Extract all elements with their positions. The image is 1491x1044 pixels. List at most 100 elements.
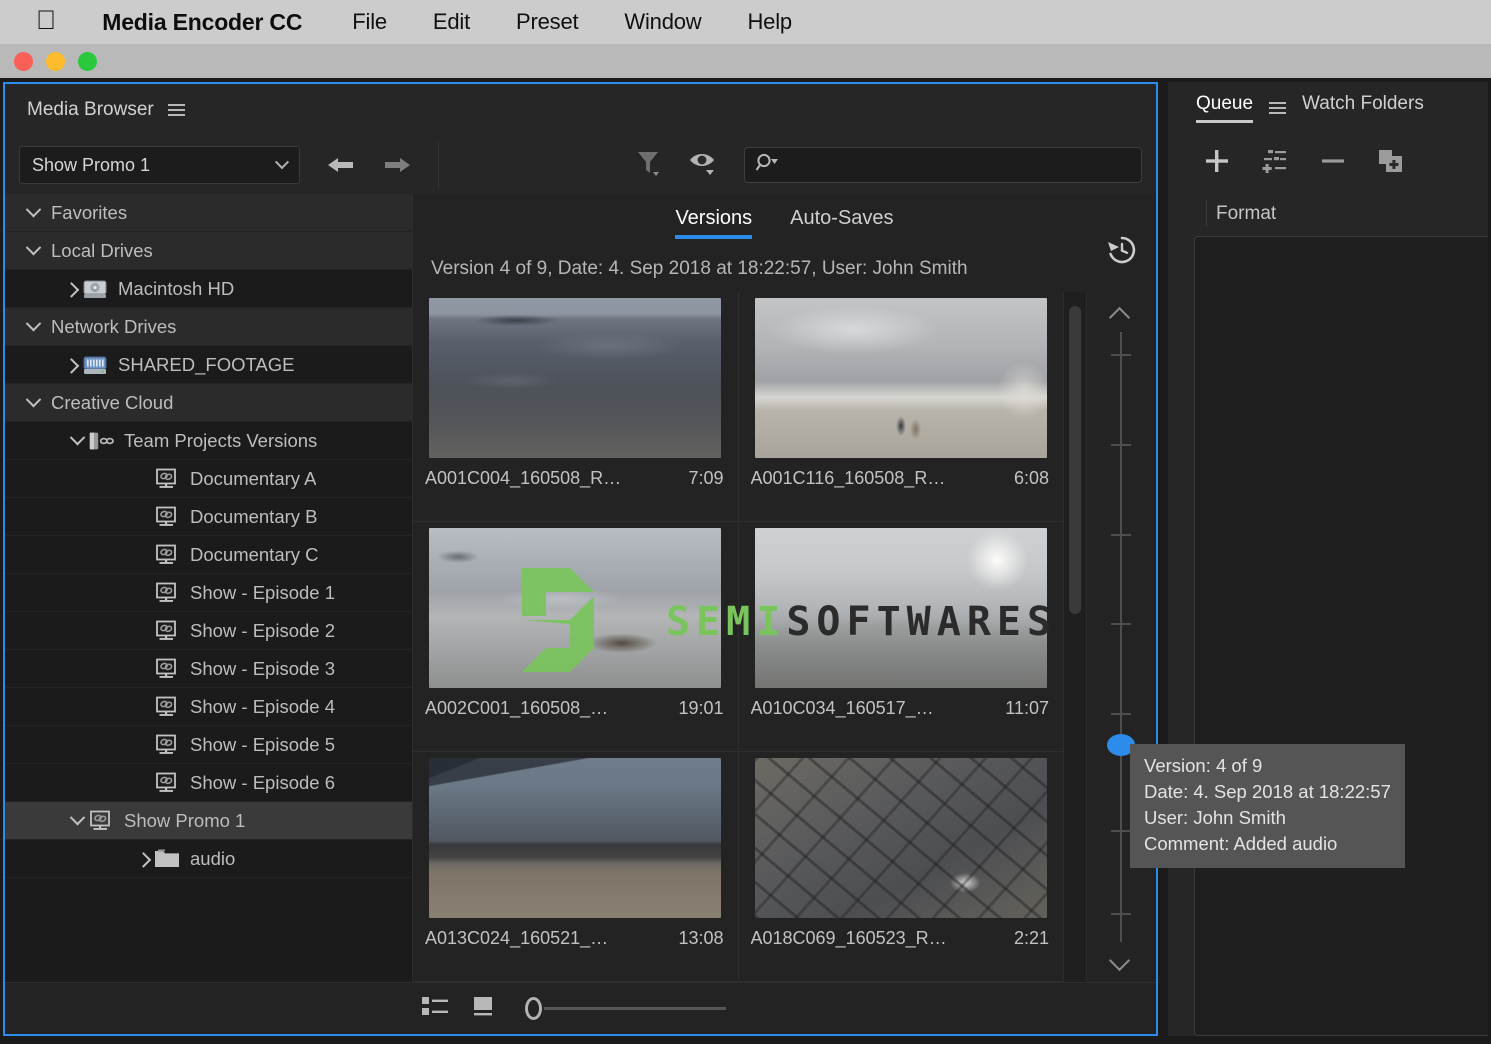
- project-icon: [153, 657, 181, 681]
- version-thumbnail-cell[interactable]: A010C034_160517_… 11:07: [738, 522, 1064, 752]
- clip-duration: 6:08: [1013, 468, 1049, 488]
- chevron-down-icon[interactable]: [23, 241, 43, 261]
- plus-icon[interactable]: [1204, 148, 1230, 179]
- column-format[interactable]: Format: [1216, 203, 1276, 225]
- tree-item-show-episode-4[interactable]: Show - Episode 4: [5, 688, 412, 726]
- tree-item-label: Documentary A: [190, 467, 317, 489]
- menu-item-edit[interactable]: Edit: [433, 9, 470, 35]
- version-thumbnail-cell[interactable]: A001C004_160508_R… 7:09: [413, 292, 739, 522]
- tooltip-date: Date: 4. Sep 2018 at 18:22:57: [1144, 781, 1391, 802]
- queue-column-header: Format: [1168, 192, 1488, 236]
- minus-icon[interactable]: [1320, 148, 1346, 179]
- chevron-right-icon[interactable]: [61, 355, 81, 375]
- app-name-label[interactable]: Media Encoder CC: [102, 9, 302, 36]
- queue-panel: Queue Watch Folders Format: [1168, 82, 1488, 1036]
- duplicate-plus-icon[interactable]: [1376, 147, 1406, 180]
- scroll-down-chevron[interactable]: [1109, 954, 1131, 968]
- forward-arrow-icon[interactable]: [382, 154, 412, 176]
- version-thumbnail-cell[interactable]: A013C024_160521_… 13:08: [413, 752, 739, 982]
- tree-item-documentary-c[interactable]: Documentary C: [5, 536, 412, 574]
- versions-grid-wrap: A001C004_160508_R… 7:09 A001C116_160508_R……: [413, 236, 1156, 982]
- thumbnail-zoom-slider[interactable]: [525, 997, 726, 1020]
- close-button[interactable]: [14, 51, 33, 71]
- path-select-dropdown[interactable]: Show Promo 1: [19, 146, 300, 184]
- chevron-right-icon[interactable]: [133, 849, 153, 869]
- tab-versions[interactable]: Versions: [675, 207, 752, 239]
- tree-item-macintosh-hd[interactable]: Macintosh HD: [5, 270, 412, 308]
- tree-item-show-episode-6[interactable]: Show - Episode 6: [5, 764, 412, 802]
- thumbnail-detail-overlay: [754, 298, 1047, 458]
- tree-item-show-episode-2[interactable]: Show - Episode 2: [5, 612, 412, 650]
- thumbnail-view-icon[interactable]: [471, 994, 497, 1023]
- tab-auto-saves[interactable]: Auto-Saves: [790, 207, 893, 239]
- tree-item-show-episode-1[interactable]: Show - Episode 1: [5, 574, 412, 612]
- tree-item-local-drives[interactable]: Local Drives: [5, 232, 412, 270]
- media-browser-title: Media Browser: [27, 99, 154, 120]
- network-drive-icon: [81, 353, 109, 377]
- queue-list[interactable]: [1194, 236, 1488, 1036]
- versions-thumbnail-grid: A001C004_160508_R… 7:09 A001C116_160508_R……: [413, 292, 1064, 982]
- version-timeline[interactable]: [1086, 236, 1156, 982]
- timeline-tick: [1111, 712, 1131, 715]
- tree-item-audio[interactable]: audio: [5, 840, 412, 878]
- tree-item-team-projects-versions[interactable]: Team Projects Versions: [5, 422, 412, 460]
- zoom-slider-track[interactable]: [544, 1007, 726, 1010]
- preset-sliders-plus-icon[interactable]: [1260, 147, 1290, 180]
- history-clock-icon[interactable]: [1104, 232, 1140, 271]
- eye-visibility-icon[interactable]: [688, 149, 718, 182]
- tree-item-label: Documentary B: [190, 505, 318, 527]
- minimize-button[interactable]: [46, 51, 65, 71]
- chevron-right-icon[interactable]: [61, 279, 81, 299]
- zoom-button[interactable]: [78, 51, 97, 71]
- tree-item-creative-cloud[interactable]: Creative Cloud: [5, 384, 412, 422]
- menu-item-preset[interactable]: Preset: [516, 9, 579, 35]
- media-browser-tree[interactable]: Favorites Local Drives Macintosh HD Network…: [5, 194, 413, 982]
- tree-item-label: SHARED_FOOTAGE: [118, 353, 295, 375]
- tree-item-show-promo-1[interactable]: Show Promo 1: [5, 802, 412, 840]
- project-icon: [153, 619, 181, 643]
- tree-item-label: Favorites: [51, 201, 128, 223]
- project-icon: [153, 505, 181, 529]
- thumbnail-detail-overlay: [754, 528, 1047, 688]
- tree-item-documentary-b[interactable]: Documentary B: [5, 498, 412, 536]
- menu-item-help[interactable]: Help: [747, 9, 792, 35]
- version-thumbnail-cell[interactable]: A001C116_160508_R… 6:08: [738, 292, 1064, 522]
- media-browser-toolbar: Show Promo 1: [5, 136, 1156, 194]
- tree-item-shared-footage[interactable]: SHARED_FOOTAGE: [5, 346, 412, 384]
- project-icon: [153, 581, 181, 605]
- hamburger-menu-icon[interactable]: [167, 104, 185, 116]
- menu-item-file[interactable]: File: [352, 9, 387, 35]
- tree-item-favorites[interactable]: Favorites: [5, 194, 412, 232]
- tab-watch-folders[interactable]: Watch Folders: [1302, 93, 1424, 123]
- apple-logo-icon[interactable]: : [36, 6, 56, 34]
- tree-item-show-episode-3[interactable]: Show - Episode 3: [5, 650, 412, 688]
- tree-item-label: Documentary C: [190, 543, 319, 565]
- chevron-down-icon[interactable]: [67, 811, 87, 831]
- grid-scrollbar-thumb[interactable]: [1069, 306, 1081, 614]
- tree-item-label: Show - Episode 2: [190, 619, 336, 641]
- media-browser-header: Media Browser: [5, 84, 1156, 136]
- version-thumbnail-cell[interactable]: A018C069_160523_R… 2:21: [738, 752, 1064, 982]
- back-arrow-icon[interactable]: [326, 154, 356, 176]
- search-input[interactable]: [744, 147, 1142, 183]
- list-view-icon[interactable]: [421, 994, 451, 1023]
- hamburger-menu-icon[interactable]: [1269, 102, 1287, 114]
- version-thumbnail-cell[interactable]: A002C001_160508_… 19:01: [413, 522, 739, 752]
- tree-item-show-episode-5[interactable]: Show - Episode 5: [5, 726, 412, 764]
- chevron-down-icon[interactable]: [23, 317, 43, 337]
- timeline-rail: [1120, 332, 1122, 942]
- thumbnail-detail-overlay: [429, 758, 722, 918]
- tree-item-documentary-a[interactable]: Documentary A: [5, 460, 412, 498]
- chevron-down-icon[interactable]: [23, 203, 43, 223]
- grid-scrollbar[interactable]: [1064, 292, 1086, 982]
- funnel-filter-icon[interactable]: [636, 149, 662, 182]
- menu-item-window[interactable]: Window: [624, 9, 701, 35]
- tab-queue[interactable]: Queue: [1196, 93, 1254, 123]
- tree-item-network-drives[interactable]: Network Drives: [5, 308, 412, 346]
- zoom-slider-knob[interactable]: [525, 997, 542, 1020]
- scroll-up-chevron[interactable]: [1109, 306, 1131, 320]
- chevron-down-icon[interactable]: [23, 393, 43, 413]
- chevron-down-icon[interactable]: [67, 431, 87, 451]
